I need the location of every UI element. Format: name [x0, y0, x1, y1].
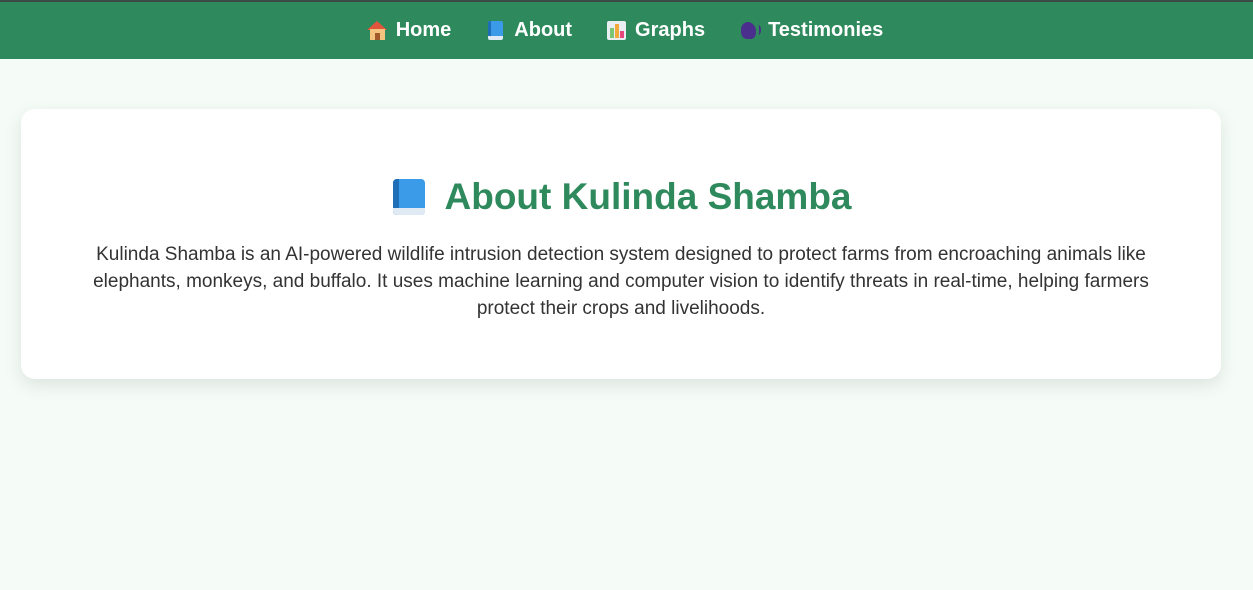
about-description: Kulinda Shamba is an AI-powered wildlife… [93, 244, 1149, 319]
nav-link-home[interactable]: Home [366, 19, 452, 42]
page-title: About Kulinda Shamba [444, 176, 852, 217]
house-icon [366, 20, 388, 41]
nav-link-about[interactable]: About [485, 19, 572, 42]
nav-link-label: Testimonies [768, 19, 884, 41]
nav-link-label: Home [395, 19, 452, 41]
nav-link-testimonies[interactable]: Testimonies [739, 19, 883, 42]
about-heading: About Kulinda Shamba [63, 175, 1179, 219]
speaking-head-icon [739, 20, 762, 41]
nav-link-label: Graphs [635, 19, 706, 41]
nav-link-label: About [514, 19, 573, 41]
about-card: About Kulinda Shamba Kulinda Shamba is a… [21, 109, 1221, 379]
top-navigation-bar: Home About Graphs Testimonies [0, 0, 1253, 59]
nav-link-graphs[interactable]: Graphs [606, 19, 705, 42]
book-icon [485, 20, 506, 41]
bar-chart-icon [606, 20, 627, 41]
main-nav: Home About Graphs Testimonies [366, 19, 883, 42]
book-icon [391, 178, 427, 216]
